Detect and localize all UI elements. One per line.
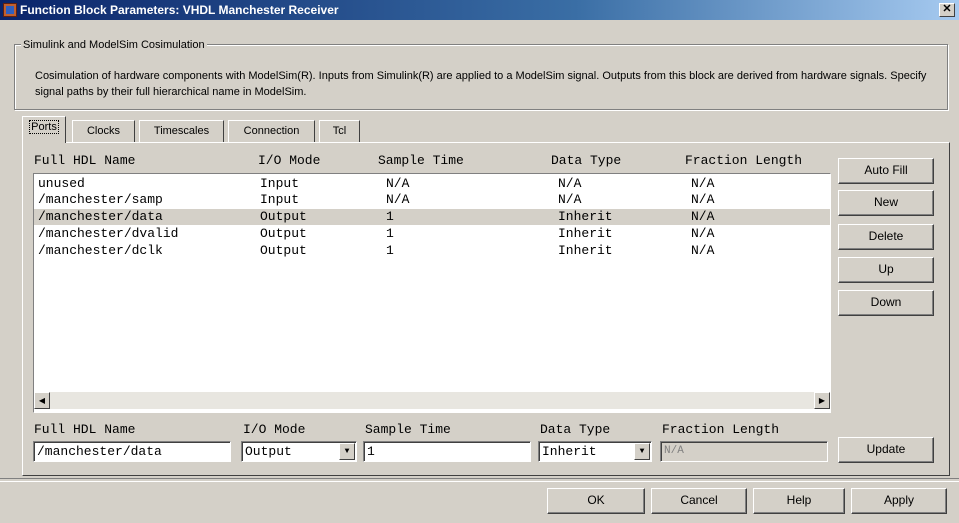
io-mode-value: Output	[245, 444, 292, 459]
ok-button[interactable]: OK	[547, 488, 645, 514]
cancel-button[interactable]: Cancel	[651, 488, 747, 514]
scroll-left-arrow-icon[interactable]: ◀	[34, 392, 50, 409]
table-row[interactable]: /manchester/dclk Output 1 Inherit N/A	[34, 243, 830, 259]
cell-io-mode: Output	[260, 243, 307, 258]
edit-label-io-mode: I/O Mode	[243, 422, 306, 437]
title-bar: Function Block Parameters: VHDL Manchest…	[0, 0, 959, 20]
tab-timescales[interactable]: Timescales	[139, 120, 224, 142]
io-mode-select[interactable]: Output ▼	[241, 441, 357, 462]
cell-data-type: N/A	[558, 192, 582, 207]
cell-name: unused	[38, 176, 85, 191]
table-row[interactable]: unused Input N/A N/A N/A	[34, 176, 830, 192]
hdl-name-input[interactable]: /manchester/data	[33, 441, 231, 462]
cell-name: /manchester/samp	[38, 192, 163, 207]
delete-button[interactable]: Delete	[838, 224, 934, 250]
cell-fraction-length: N/A	[691, 243, 715, 258]
auto-fill-button[interactable]: Auto Fill	[838, 158, 934, 184]
help-button[interactable]: Help	[753, 488, 845, 514]
new-button[interactable]: New	[838, 190, 934, 216]
group-description: Cosimulation of hardware components with…	[35, 70, 927, 98]
table-row[interactable]: /manchester/samp Input N/A N/A N/A	[34, 192, 830, 208]
column-header-name: Full HDL Name	[34, 153, 136, 168]
cell-io-mode: Input	[260, 192, 300, 207]
cell-io-mode: Output	[260, 209, 307, 224]
cell-io-mode: Input	[260, 176, 300, 191]
tab-label: Timescales	[153, 125, 210, 137]
tab-label: Tcl	[332, 125, 347, 137]
close-button[interactable]: ✕	[939, 3, 955, 17]
cell-data-type: Inherit	[558, 226, 613, 241]
cell-data-type: N/A	[558, 176, 582, 191]
update-button[interactable]: Update	[838, 437, 934, 463]
scroll-right-arrow-icon[interactable]: ▶	[814, 392, 830, 409]
footer-separator	[0, 478, 959, 482]
app-icon	[3, 3, 17, 17]
down-button[interactable]: Down	[838, 290, 934, 316]
cell-data-type: Inherit	[558, 243, 613, 258]
edit-label-sample-time: Sample Time	[365, 422, 451, 437]
cell-data-type: Inherit	[558, 209, 613, 224]
column-header-sample-time: Sample Time	[378, 153, 464, 168]
edit-label-fraction-length: Fraction Length	[662, 422, 780, 437]
fraction-length-input: N/A	[660, 441, 828, 462]
cell-fraction-length: N/A	[691, 209, 715, 224]
table-row[interactable]: /manchester/dvalid Output 1 Inherit N/A	[34, 226, 830, 242]
data-type-value: Inherit	[542, 444, 597, 459]
column-header-fraction-length: Fraction Length	[685, 153, 803, 168]
ports-list[interactable]: unused Input N/A N/A N/A /manchester/sam…	[33, 173, 831, 413]
cell-sample-time: 1	[386, 226, 394, 241]
tab-clocks[interactable]: Clocks	[72, 120, 135, 142]
tab-label: Clocks	[86, 125, 120, 137]
group-legend: Simulink and ModelSim Cosimulation	[21, 39, 207, 51]
sample-time-input[interactable]: 1	[363, 441, 531, 462]
tab-label: Connection	[243, 125, 300, 137]
horizontal-scrollbar[interactable]: ◀ ▶	[34, 392, 830, 409]
cell-name: /manchester/data	[38, 209, 163, 224]
cell-sample-time: N/A	[386, 176, 410, 191]
column-header-data-type: Data Type	[551, 153, 622, 168]
tab-ports[interactable]: Ports	[22, 116, 66, 143]
window-title: Function Block Parameters: VHDL Manchest…	[20, 3, 339, 17]
tab-label: Ports	[29, 120, 59, 134]
column-header-io-mode: I/O Mode	[258, 153, 321, 168]
table-row-selected[interactable]: /manchester/data Output 1 Inherit N/A	[34, 209, 830, 225]
cell-sample-time: 1	[386, 209, 394, 224]
chevron-down-icon[interactable]: ▼	[634, 443, 650, 460]
cell-name: /manchester/dvalid	[38, 226, 179, 241]
cell-sample-time: 1	[386, 243, 394, 258]
cell-fraction-length: N/A	[691, 176, 715, 191]
edit-label-data-type: Data Type	[540, 422, 611, 437]
cell-io-mode: Output	[260, 226, 307, 241]
apply-button[interactable]: Apply	[851, 488, 947, 514]
tab-connection[interactable]: Connection	[228, 120, 315, 142]
chevron-down-icon[interactable]: ▼	[339, 443, 355, 460]
data-type-select[interactable]: Inherit ▼	[538, 441, 652, 462]
cell-fraction-length: N/A	[691, 226, 715, 241]
cell-sample-time: N/A	[386, 192, 410, 207]
cell-fraction-length: N/A	[691, 192, 715, 207]
cell-name: /manchester/dclk	[38, 243, 163, 258]
edit-label-name: Full HDL Name	[34, 422, 136, 437]
tab-tcl[interactable]: Tcl	[319, 120, 360, 142]
up-button[interactable]: Up	[838, 257, 934, 283]
